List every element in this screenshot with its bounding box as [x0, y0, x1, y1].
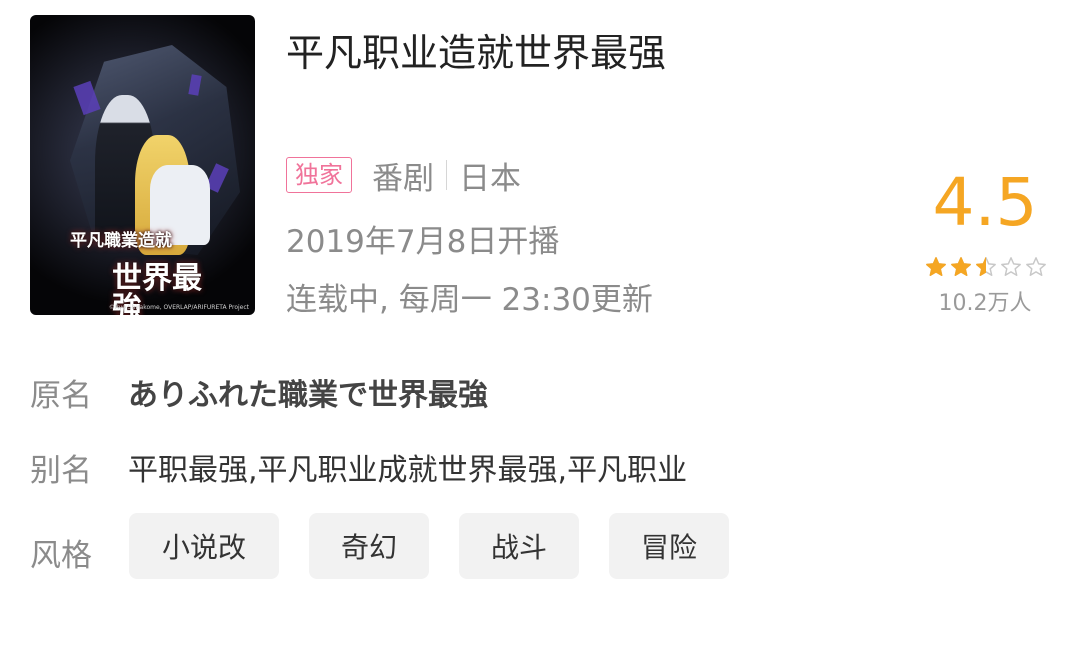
anime-detail-page: 平凡職業造就 世界最強 ©Ryo Shirakome, OVERLAP/ARIF…	[0, 0, 1080, 654]
star-rating	[925, 256, 1050, 278]
genre-tag[interactable]: 奇幻	[309, 513, 429, 579]
exclusive-badge: 独家	[286, 157, 352, 193]
original-name-value: ありふれた職業で世界最強	[128, 378, 488, 413]
alias-label: 别名	[30, 453, 92, 489]
genre-tags: 小说改 奇幻 战斗 冒险	[129, 513, 759, 579]
rating-score: 4.5	[932, 164, 1038, 241]
genre-tag[interactable]: 小说改	[129, 513, 279, 579]
region-label: 日本	[459, 160, 521, 197]
category-label: 番剧	[372, 160, 434, 197]
meta-divider	[446, 160, 447, 190]
meta-row: 独家 番剧 日本	[286, 155, 521, 197]
air-date: 2019年7月8日开播	[286, 224, 560, 260]
star-full-icon	[925, 256, 947, 278]
original-name-label: 原名	[30, 378, 92, 414]
cover-credit: ©Ryo Shirakome, OVERLAP/ARIFURETA Projec…	[108, 304, 249, 311]
star-empty-icon	[1000, 256, 1022, 278]
star-empty-icon	[1025, 256, 1047, 278]
star-half-icon	[975, 256, 997, 278]
rating-votes: 10.2万人	[938, 291, 1032, 316]
cover-image[interactable]: 平凡職業造就 世界最強 ©Ryo Shirakome, OVERLAP/ARIF…	[30, 15, 255, 315]
cover-logo: 平凡職業造就 世界最強	[70, 231, 230, 316]
update-status: 连载中, 每周一 23:30更新	[286, 282, 653, 318]
anime-title: 平凡职业造就世界最强	[286, 31, 667, 75]
alias-value: 平职最强,平凡职业成就世界最强,平凡职业	[128, 453, 688, 488]
genre-label: 风格	[30, 538, 92, 574]
cover-logo-line1: 平凡職業造就	[70, 231, 172, 251]
star-full-icon	[950, 256, 972, 278]
genre-tag[interactable]: 战斗	[459, 513, 579, 579]
genre-tag[interactable]: 冒险	[609, 513, 729, 579]
